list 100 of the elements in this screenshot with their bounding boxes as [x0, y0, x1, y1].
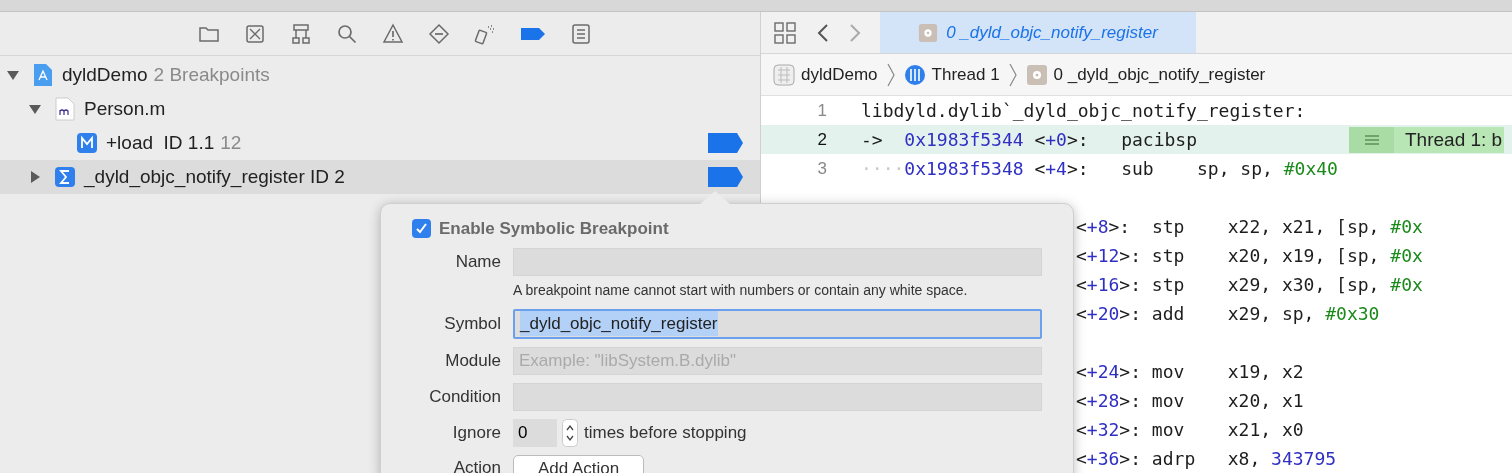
editor-tab[interactable]: 0 _dyld_objc_notify_register — [880, 12, 1196, 53]
chevron-icon — [1007, 61, 1018, 88]
code-token: 0x1983f5344 — [904, 128, 1024, 152]
tree-row[interactable]: Person.m — [0, 92, 760, 126]
breakpoint-marker[interactable] — [708, 132, 744, 154]
code-token: +0 — [1045, 128, 1067, 152]
code-token: < — [1076, 273, 1087, 297]
code-token: +24 — [1086, 360, 1120, 384]
stepper-suffix: times before stopping — [584, 421, 747, 444]
code-token: #0x30 — [1325, 302, 1380, 326]
chevron-icon — [885, 61, 896, 88]
code-token: < — [1033, 157, 1046, 181]
breakpoint-marker[interactable] — [708, 166, 744, 188]
code-token: +8 — [1086, 215, 1109, 239]
report-icon[interactable] — [570, 22, 592, 45]
input-field[interactable] — [513, 247, 1042, 276]
m-file-icon — [55, 97, 75, 121]
spray-icon[interactable] — [474, 22, 496, 45]
hierarchy-icon[interactable] — [290, 22, 312, 45]
field-label: Condition — [428, 386, 501, 407]
code-token: < — [1033, 128, 1046, 152]
symbol-field[interactable]: _dyld_objc_notify_register — [513, 308, 1042, 339]
back-icon[interactable] — [815, 21, 831, 44]
code-token: >: mov x19, x2 — [1119, 360, 1304, 384]
tree-label: Person.m — [84, 96, 166, 121]
code-token: #0x — [1390, 273, 1423, 297]
gear-icon — [1025, 63, 1048, 86]
diamond-icon[interactable] — [428, 22, 450, 45]
breadcrumb-item[interactable]: 0 _dyld_objc_notify_register — [1053, 61, 1266, 88]
method-icon — [76, 132, 98, 154]
tree-detail: 12 — [220, 130, 242, 155]
tree-row[interactable]: dyldDemo 2 Breakpoints — [0, 58, 760, 92]
line-number: 3 — [816, 157, 827, 180]
code-token: +28 — [1086, 389, 1120, 413]
expand-triangle-icon[interactable] — [28, 170, 42, 184]
tree-detail: 2 Breakpoints — [153, 62, 270, 87]
enable-label: Enable Symbolic Breakpoint — [439, 218, 669, 240]
grid-icon[interactable] — [773, 20, 797, 45]
project-icon — [773, 63, 795, 86]
code-token: -> — [861, 128, 884, 152]
code-token: 0x1983f5348 — [904, 157, 1024, 181]
tree-row[interactable]: +load ID 1.1 12 — [0, 126, 760, 160]
tree-label: +load ID 1.1 — [106, 130, 215, 155]
code-token: +36 — [1086, 447, 1120, 471]
stepper-icon[interactable] — [562, 418, 578, 447]
code-token: libdyld.dylib`_dyld_objc_notify_register: — [861, 99, 1306, 123]
code-token: < — [1076, 244, 1087, 268]
field-label: Module — [444, 350, 501, 371]
check-icon — [415, 222, 428, 236]
source-control-icon[interactable] — [244, 22, 266, 45]
code-token: +20 — [1086, 302, 1120, 326]
code-token: ···· — [861, 157, 905, 181]
search-icon[interactable] — [336, 22, 358, 45]
field-label: Action — [452, 457, 501, 473]
field-label: Ignore — [451, 422, 501, 443]
forward-icon[interactable] — [847, 21, 863, 44]
code-token: >: adrp x8, — [1119, 447, 1262, 471]
code-token: < — [1076, 360, 1087, 384]
enable-checkbox[interactable] — [412, 219, 431, 239]
code-token: >: sub sp, sp, — [1066, 157, 1274, 181]
code-token: >: stp x20, x19, [sp, — [1119, 244, 1381, 268]
code-token: +4 — [1045, 157, 1067, 181]
tree-row[interactable]: _dyld_objc_notify_register ID 2 — [0, 160, 760, 194]
code-token: +12 — [1086, 244, 1120, 268]
code-token: >: stp x22, x21, [sp, — [1108, 215, 1381, 239]
gear-icon — [918, 22, 939, 43]
code-token: 343795 — [1271, 447, 1337, 471]
symbol-icon — [54, 166, 76, 188]
add-action-button[interactable]: Add Action — [513, 454, 645, 473]
breadcrumb-item[interactable]: dyldDemo — [801, 61, 878, 88]
code-token: #0x — [1390, 215, 1423, 239]
code-token: < — [1076, 418, 1087, 442]
field-label: Name — [454, 251, 501, 272]
code-token: +16 — [1086, 273, 1120, 297]
collapse-triangle-icon[interactable] — [6, 68, 20, 82]
menu-icon[interactable] — [1349, 127, 1395, 153]
code-token: < — [1076, 389, 1087, 413]
code-token: #0x40 — [1283, 157, 1338, 181]
code-token: < — [1076, 302, 1087, 326]
breadcrumb-item[interactable]: Thread 1 — [931, 61, 1000, 88]
code-token: #0x — [1390, 244, 1423, 268]
code-token: +32 — [1086, 418, 1120, 442]
code-token: >: add x29, sp, — [1119, 302, 1316, 326]
code-token: >: mov x20, x1 — [1119, 389, 1304, 413]
tree-label: dyldDemo — [62, 62, 148, 87]
field-label: Symbol — [443, 313, 501, 334]
collapse-triangle-icon[interactable] — [28, 102, 42, 116]
input-field[interactable] — [513, 382, 1042, 411]
line-number: 1 — [816, 99, 827, 122]
input-field[interactable]: 0 — [513, 418, 557, 447]
thread-badge[interactable]: Thread 1: b — [1349, 127, 1505, 153]
code-token: >: stp x29, x30, [sp, — [1119, 273, 1381, 297]
line-number: 2 — [816, 128, 827, 151]
code-token: < — [1076, 215, 1087, 239]
thread-icon — [903, 63, 926, 86]
warning-icon[interactable] — [382, 22, 404, 45]
field-hint: A breakpoint name cannot start with numbers or contain any white space. — [513, 280, 969, 300]
code-token: >: mov x21, x0 — [1119, 418, 1304, 442]
code-token: >: pacibsp — [1066, 128, 1197, 152]
tree-label: _dyld_objc_notify_register ID 2 — [84, 164, 345, 190]
